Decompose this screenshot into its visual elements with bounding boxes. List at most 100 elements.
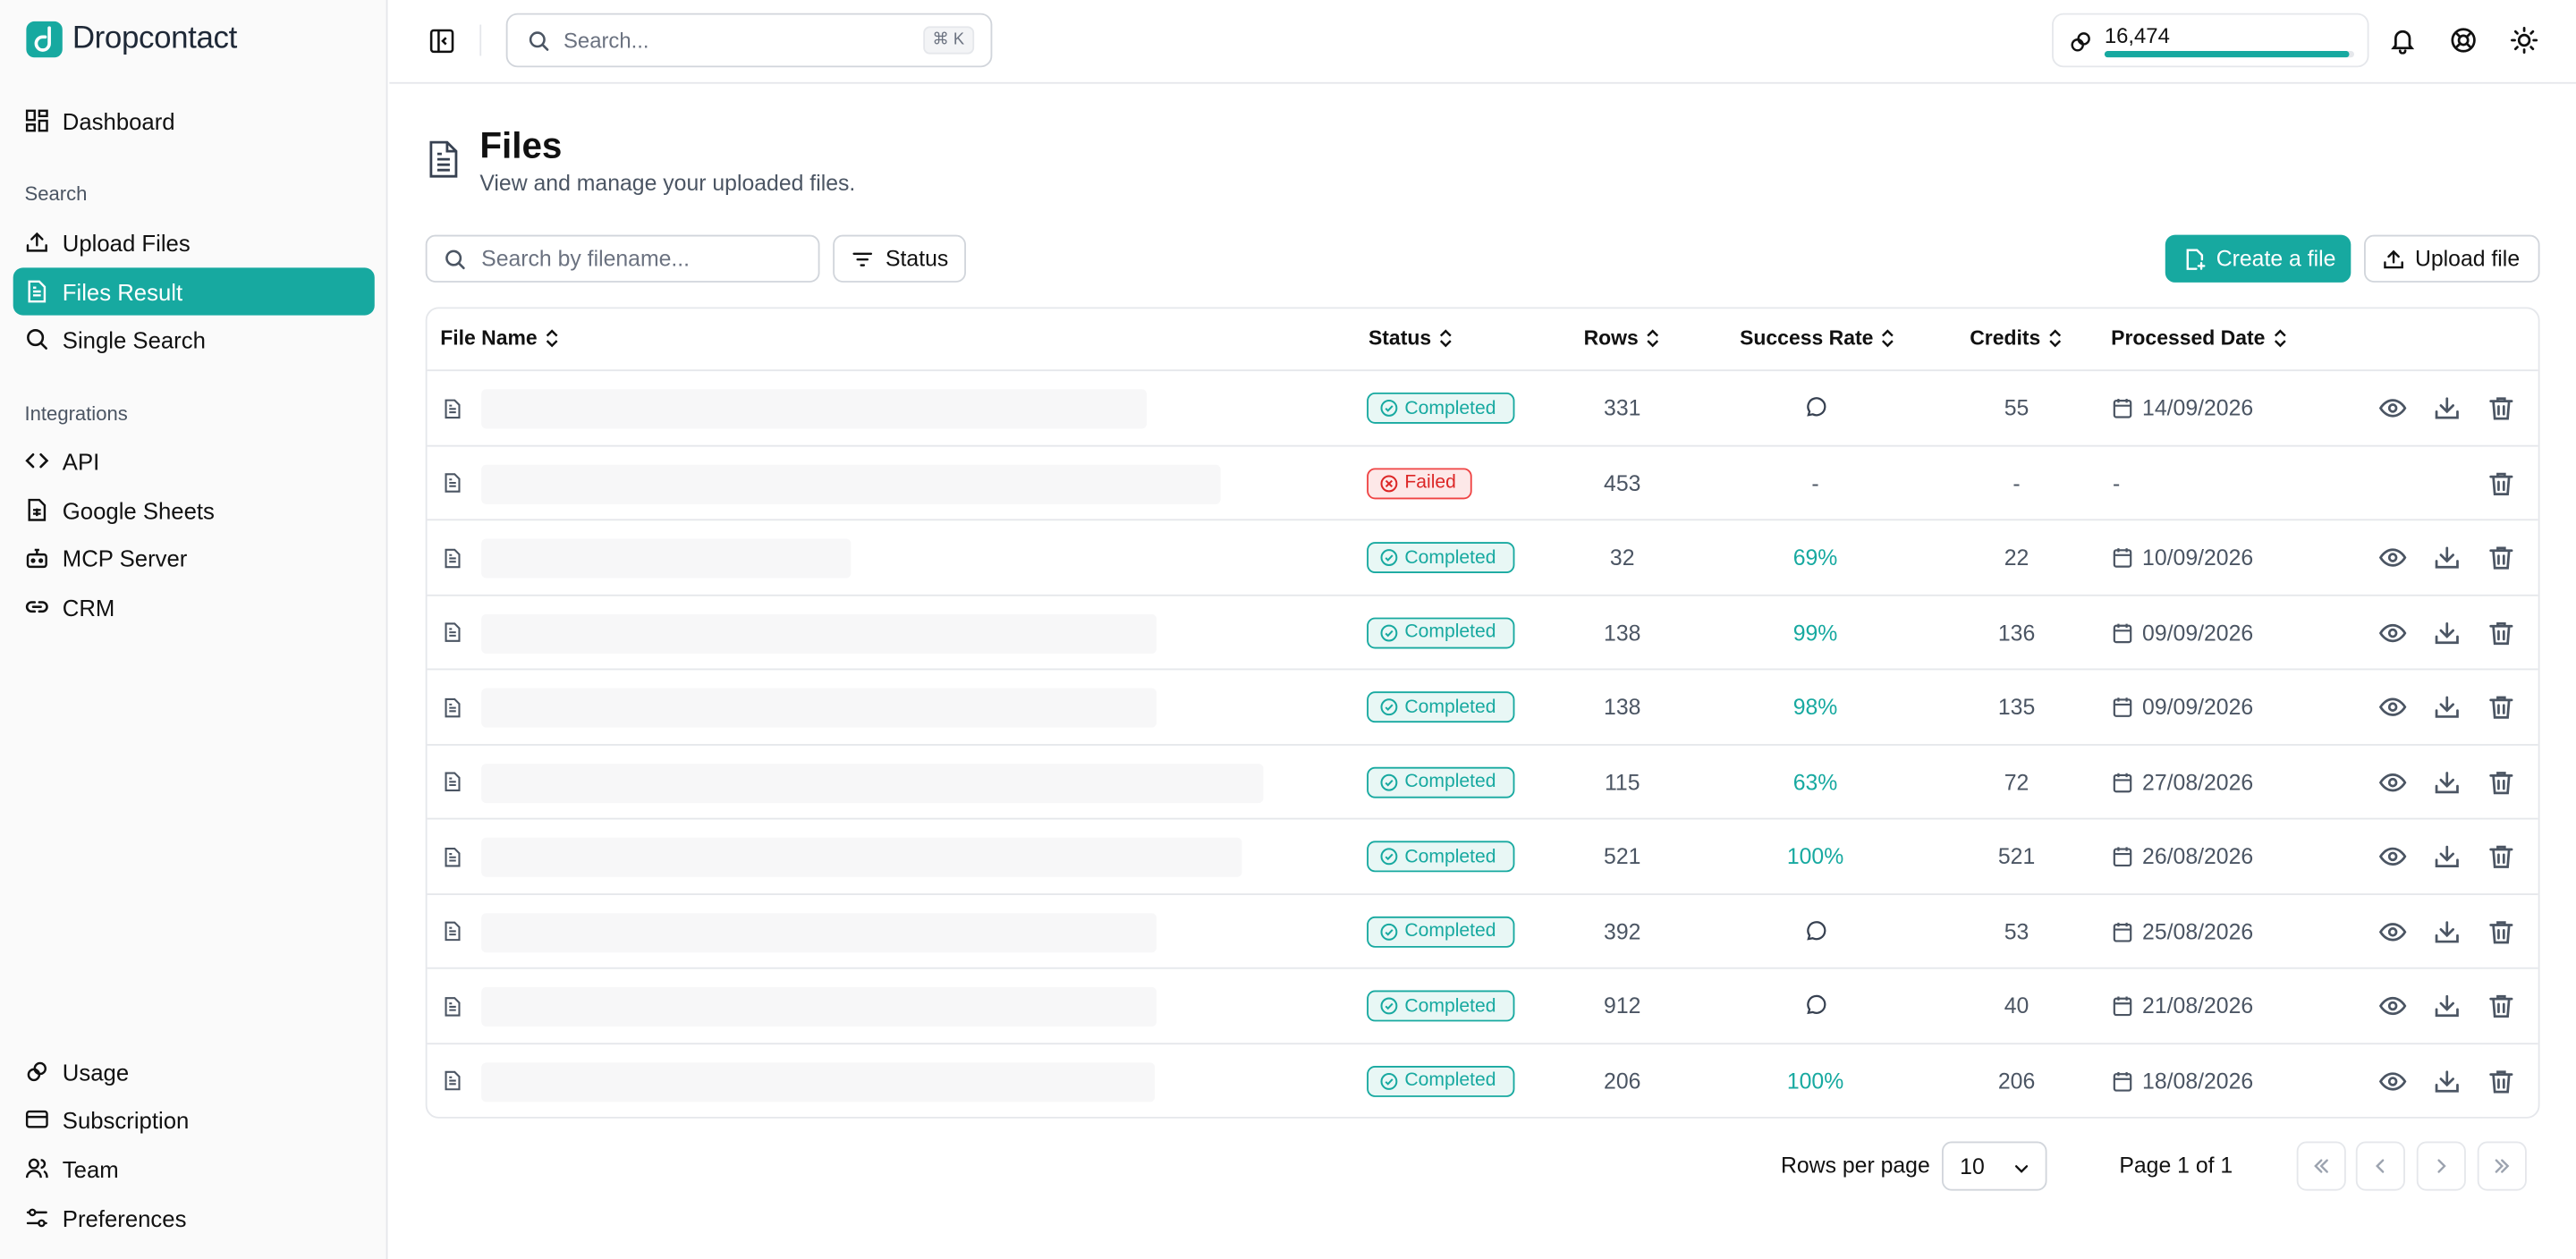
file-name-placeholder[interactable]: [481, 912, 1157, 952]
download-icon[interactable]: [2433, 768, 2461, 796]
table-row[interactable]: Completed 331 55 14/09/2026: [427, 371, 2538, 446]
column-header-rows[interactable]: Rows: [1584, 327, 1662, 350]
status-badge: Failed: [1367, 467, 1472, 499]
file-name-placeholder[interactable]: [481, 763, 1264, 803]
sidebar-item-crm[interactable]: CRM: [13, 583, 375, 630]
table-row[interactable]: Completed 392 53 25/08/2026: [427, 894, 2538, 969]
trash-icon[interactable]: [2487, 469, 2515, 496]
theme-sun-icon[interactable]: [2510, 26, 2538, 55]
success-rate-pending[interactable]: [1725, 371, 1906, 446]
first-page-button[interactable]: [2296, 1141, 2346, 1191]
help-lifebuoy-icon[interactable]: [2450, 26, 2478, 54]
trash-icon[interactable]: [2487, 917, 2515, 945]
sidebar-item-files-result[interactable]: Files Result: [13, 267, 375, 316]
file-name-placeholder[interactable]: [481, 688, 1157, 728]
brand-logo[interactable]: Dropcontact: [26, 21, 237, 58]
trash-icon[interactable]: [2487, 1067, 2515, 1094]
eye-icon[interactable]: [2378, 394, 2407, 422]
global-search-input[interactable]: Search... ⌘ K: [505, 13, 993, 68]
download-icon[interactable]: [2433, 619, 2461, 646]
column-header-status[interactable]: Status: [1368, 326, 1454, 351]
status-badge-label: Completed: [1404, 995, 1496, 1016]
eye-icon[interactable]: [2378, 693, 2407, 721]
table-row[interactable]: Completed 115 63% 72 27/08/2026: [427, 745, 2538, 820]
sidebar-toggle-icon[interactable]: [428, 28, 454, 54]
sort-icon: [1882, 329, 1894, 348]
sort-icon: [2274, 329, 2286, 348]
trash-icon[interactable]: [2487, 842, 2515, 870]
sidebar-item-team[interactable]: Team: [13, 1145, 375, 1192]
download-icon[interactable]: [2433, 992, 2461, 1019]
search-icon: [445, 249, 465, 269]
rows-per-page-select[interactable]: 10: [1941, 1141, 2047, 1191]
trash-icon[interactable]: [2487, 992, 2515, 1019]
table-row[interactable]: Completed 521 100% 521 26/08/2026: [427, 820, 2538, 895]
success-rate-pending[interactable]: [1725, 894, 1906, 969]
download-icon[interactable]: [2433, 693, 2461, 721]
filename-search-input[interactable]: Search by filename...: [425, 234, 820, 283]
eye-icon[interactable]: [2378, 1067, 2407, 1094]
trash-icon[interactable]: [2487, 544, 2515, 571]
download-icon[interactable]: [2433, 917, 2461, 945]
file-name-placeholder[interactable]: [481, 1061, 1156, 1102]
file-name-placeholder[interactable]: [481, 986, 1157, 1027]
table-row[interactable]: Completed 138 98% 135 09/09/2026: [427, 670, 2538, 745]
create-file-button[interactable]: Create a file: [2165, 234, 2351, 283]
file-name-placeholder[interactable]: [481, 389, 1148, 429]
previous-page-button[interactable]: [2355, 1141, 2405, 1191]
last-page-button[interactable]: [2477, 1141, 2527, 1191]
table-row[interactable]: Failed 453 - - -: [427, 446, 2538, 521]
table-row[interactable]: Completed 138 99% 136 09/09/2026: [427, 596, 2538, 671]
download-icon[interactable]: [2433, 544, 2461, 571]
sidebar-item-usage[interactable]: Usage: [13, 1048, 375, 1095]
calendar-icon: [2113, 1071, 2132, 1092]
bell-icon[interactable]: [2389, 26, 2417, 55]
sidebar-item-preferences[interactable]: Preferences: [13, 1194, 375, 1241]
status-filter-button[interactable]: Status: [833, 234, 966, 283]
sidebar-item-api[interactable]: API: [13, 437, 375, 485]
file-name-placeholder[interactable]: [481, 613, 1157, 654]
download-icon[interactable]: [2433, 394, 2461, 422]
sidebar-item-google-sheets[interactable]: Google Sheets: [13, 486, 375, 534]
column-header-processed-date[interactable]: Processed Date: [2111, 327, 2288, 350]
eye-icon[interactable]: [2378, 992, 2407, 1019]
credits-indicator[interactable]: 16,474: [2052, 13, 2369, 68]
upload-file-button[interactable]: Upload file: [2364, 234, 2540, 283]
trash-icon[interactable]: [2487, 394, 2515, 422]
trash-icon[interactable]: [2487, 693, 2515, 721]
processed-date: 27/08/2026: [2113, 745, 2253, 820]
eye-icon[interactable]: [2378, 842, 2407, 870]
check-circle-icon: [1380, 549, 1398, 566]
file-name-placeholder[interactable]: [481, 837, 1242, 877]
eye-icon[interactable]: [2378, 917, 2407, 945]
sidebar-item-single-search[interactable]: Single Search: [13, 316, 375, 363]
eye-icon[interactable]: [2378, 619, 2407, 646]
column-header-label: Status: [1368, 326, 1432, 351]
sidebar-item-upload-files[interactable]: Upload Files: [13, 218, 375, 266]
trash-icon[interactable]: [2487, 768, 2515, 796]
column-header-credits[interactable]: Credits: [1970, 327, 2063, 350]
success-rate-pending[interactable]: [1725, 969, 1906, 1044]
download-icon[interactable]: [2433, 1067, 2461, 1094]
table-row[interactable]: Completed 206 100% 206 18/08/2026: [428, 1044, 2538, 1117]
eye-icon[interactable]: [2378, 544, 2407, 571]
table-row[interactable]: Completed 912 40 21/08/2026: [427, 969, 2538, 1044]
processed-date: 09/09/2026: [2113, 596, 2253, 671]
column-header-success-rate[interactable]: Success Rate: [1740, 327, 1896, 350]
file-name-placeholder[interactable]: [481, 463, 1221, 503]
processed-date-value: 10/09/2026: [2142, 545, 2254, 570]
column-header-file-name[interactable]: File Name: [440, 327, 560, 350]
credits-progress-fill: [2104, 50, 2350, 58]
download-icon[interactable]: [2433, 842, 2461, 870]
table-row[interactable]: Completed 32 69% 22 10/09/2026: [427, 520, 2538, 596]
sidebar-item-mcp-server[interactable]: MCP Server: [13, 534, 375, 581]
file-name-placeholder[interactable]: [481, 538, 852, 579]
file-icon: [442, 446, 465, 521]
sidebar-item-dashboard[interactable]: Dashboard: [13, 97, 375, 144]
next-page-button[interactable]: [2416, 1141, 2466, 1191]
sort-icon: [546, 329, 558, 348]
sidebar-item-subscription[interactable]: Subscription: [13, 1095, 375, 1143]
sidebar-item-label: Preferences: [62, 1204, 187, 1231]
trash-icon[interactable]: [2487, 619, 2515, 646]
eye-icon[interactable]: [2378, 768, 2407, 796]
